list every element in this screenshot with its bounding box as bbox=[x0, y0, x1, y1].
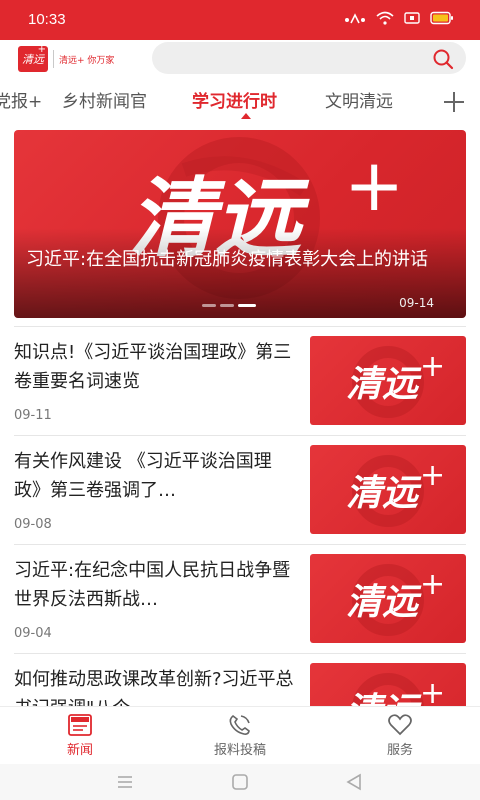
search-icon[interactable] bbox=[432, 48, 454, 70]
contribute-icon bbox=[229, 714, 250, 735]
tab-civilized-qingyuan[interactable]: 文明清远 bbox=[325, 88, 393, 116]
banner-dot-active[interactable] bbox=[238, 304, 256, 307]
signal-icon bbox=[345, 13, 365, 24]
nav-contribute-label: 报料投稿 bbox=[213, 743, 266, 758]
heart-icon bbox=[388, 714, 412, 736]
category-tabs: 党报+ 乡村新闻官 学习进行时 文明清远 bbox=[0, 88, 480, 124]
banner-date: 09-14 bbox=[399, 296, 434, 310]
svg-text:清远: 清远 bbox=[346, 472, 422, 514]
banner-title: 习近平:在全国抗击新冠肺炎疫情表彰大会上的讲话 bbox=[26, 249, 429, 270]
search-input[interactable] bbox=[152, 42, 466, 74]
featured-banner[interactable]: 清远 + 习近平:在全国抗击新冠肺炎疫情表彰大会上的讲话 09-14 bbox=[14, 130, 466, 318]
news-title: 习近平:在纪念中国人民抗日战争暨世界反法西斯战… bbox=[14, 560, 291, 610]
svg-text:+: + bbox=[420, 349, 445, 384]
tab-dangbao[interactable]: 党报+ bbox=[0, 88, 42, 116]
tab-study[interactable]: 学习进行时 bbox=[192, 88, 277, 116]
logo-slogan: 清远+ 你万家 bbox=[59, 55, 115, 66]
tab-village-news[interactable]: 乡村新闻官 bbox=[62, 88, 147, 116]
add-tab-icon[interactable] bbox=[442, 90, 466, 114]
status-bar: 10:33 bbox=[0, 0, 480, 40]
list-item[interactable]: 有关作风建设 《习近平谈治国理政》第三卷强调了… 09-08 清远 + bbox=[0, 435, 480, 544]
app-header: 清远 + 清远+ 你万家 bbox=[0, 40, 480, 88]
logo-mark-plus: + bbox=[37, 44, 46, 55]
svg-text:清远: 清远 bbox=[346, 363, 422, 405]
bottom-nav: 新闻 报料投稿 服务 bbox=[0, 706, 480, 764]
nav-news-label: 新闻 bbox=[66, 743, 93, 758]
banner-brand-plus: + bbox=[344, 143, 404, 227]
list-item[interactable]: 习近平:在纪念中国人民抗日战争暨世界反法西斯战… 09-04 清远 + bbox=[0, 544, 480, 653]
news-date: 09-08 bbox=[14, 517, 52, 532]
battery-icon bbox=[430, 11, 453, 25]
thumbnail-logo: 清远 + bbox=[346, 455, 445, 527]
wifi-icon bbox=[376, 11, 394, 25]
list-divider bbox=[14, 544, 466, 545]
nav-contribute[interactable]: 报料投稿 bbox=[180, 713, 300, 758]
system-nav-bar bbox=[0, 764, 480, 800]
news-date: 09-11 bbox=[14, 408, 52, 423]
list-divider bbox=[14, 435, 466, 436]
news-title: 知识点!《习近平谈治国理政》第三卷重要名词速览 bbox=[14, 342, 292, 392]
svg-text:清远: 清远 bbox=[346, 581, 422, 623]
svg-text:+: + bbox=[420, 458, 445, 493]
thumbnail-logo: 清远 + bbox=[346, 564, 445, 636]
logo-divider bbox=[53, 50, 54, 68]
back-icon[interactable] bbox=[345, 773, 363, 791]
banner-dot[interactable] bbox=[220, 304, 234, 307]
logo-mark: 清远 + bbox=[18, 44, 48, 72]
sim-icon bbox=[404, 12, 420, 24]
banner-dot[interactable] bbox=[202, 304, 216, 307]
menu-icon[interactable] bbox=[116, 773, 134, 791]
nav-service[interactable]: 服务 bbox=[340, 713, 460, 758]
list-item[interactable]: 知识点!《习近平谈治国理政》第三卷重要名词速览 09-11 清远 + bbox=[0, 326, 480, 435]
news-icon bbox=[68, 714, 92, 736]
news-thumbnail: 清远 + bbox=[310, 554, 466, 643]
news-date: 09-04 bbox=[14, 626, 52, 641]
news-thumbnail: 清远 + bbox=[310, 336, 466, 425]
home-icon[interactable] bbox=[231, 773, 249, 791]
tab-active-indicator bbox=[241, 113, 251, 119]
list-divider bbox=[14, 653, 466, 654]
app-logo: 清远 + 清远+ 你万家 bbox=[18, 44, 115, 72]
status-time: 10:33 bbox=[28, 11, 66, 28]
news-thumbnail: 清远 + bbox=[310, 445, 466, 534]
svg-text:+: + bbox=[420, 567, 445, 602]
status-icons bbox=[344, 11, 454, 25]
banner-pagination bbox=[202, 304, 256, 307]
news-title: 有关作风建设 《习近平谈治国理政》第三卷强调了… bbox=[14, 451, 272, 501]
nav-news[interactable]: 新闻 bbox=[20, 713, 140, 758]
list-divider bbox=[14, 326, 466, 327]
nav-service-label: 服务 bbox=[386, 743, 413, 758]
thumbnail-logo: 清远 + bbox=[346, 346, 445, 418]
